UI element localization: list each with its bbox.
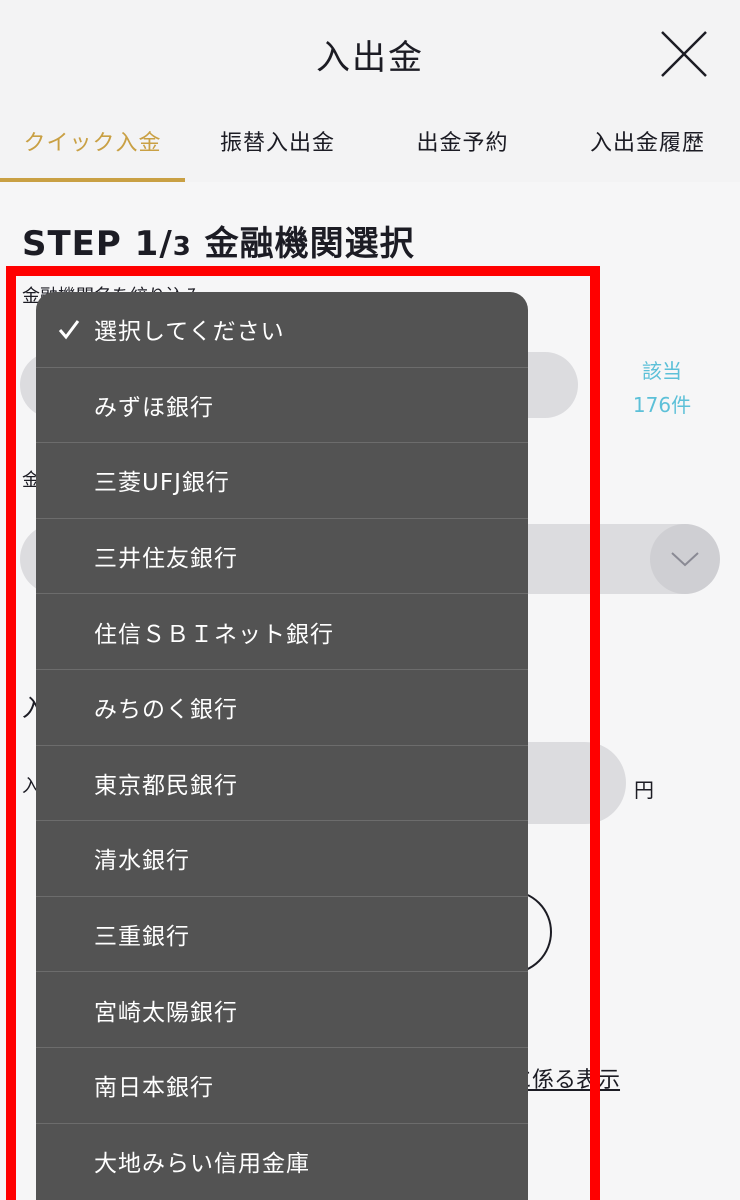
- picker-option-label: 大地みらい信用金庫: [94, 1151, 310, 1178]
- picker-option[interactable]: 三菱UFJ銀行: [36, 443, 528, 519]
- picker-option[interactable]: みずほ銀行: [36, 368, 528, 444]
- picker-option[interactable]: 住信ＳＢＩネット銀行: [36, 594, 528, 670]
- picker-option-label: 東京都民銀行: [94, 772, 238, 799]
- picker-option[interactable]: 南日本銀行: [36, 1048, 528, 1124]
- result-number: 176件: [632, 393, 692, 417]
- picker-option-label: 清水銀行: [94, 848, 190, 875]
- picker-option-label: 住信ＳＢＩネット銀行: [94, 621, 334, 648]
- picker-option-label: 三菱UFJ銀行: [94, 470, 230, 497]
- picker-option[interactable]: 清水銀行: [36, 821, 528, 897]
- yen-unit: 円: [634, 778, 654, 802]
- checkmark-icon: [58, 320, 80, 340]
- page-title: 入出金: [316, 38, 424, 78]
- tab-withdrawal-reservation[interactable]: 出金予約: [370, 100, 555, 182]
- tab-history[interactable]: 入出金履歴: [555, 100, 740, 182]
- picker-option[interactable]: 三重銀行: [36, 897, 528, 973]
- picker-option[interactable]: 宮崎太陽銀行: [36, 972, 528, 1048]
- picker-option[interactable]: 三井住友銀行: [36, 519, 528, 595]
- step-total: 3: [172, 232, 192, 262]
- header: 入出金: [0, 0, 740, 100]
- tab-bar: クイック入金 振替入出金 出金予約 入出金履歴: [0, 100, 740, 182]
- tab-quick-deposit[interactable]: クイック入金: [0, 100, 185, 182]
- step-title: STEP 1/3 金融機関選択: [22, 216, 415, 265]
- tab-transfer[interactable]: 振替入出金: [185, 100, 370, 182]
- bank-picker-list: 選択してください みずほ銀行三菱UFJ銀行 三井住友銀行住信ＳＢＩネット銀行 みちのく…: [36, 292, 528, 1200]
- picker-option[interactable]: みちのく銀行: [36, 670, 528, 746]
- picker-option-label: 三井住友銀行: [94, 546, 238, 573]
- picker-option[interactable]: 東京都民銀行: [36, 746, 528, 822]
- result-count: 該当 176件: [600, 354, 724, 422]
- close-button[interactable]: [658, 28, 710, 80]
- bank-select-toggle[interactable]: [650, 524, 720, 594]
- chevron-down-icon: [671, 552, 699, 567]
- step-prefix: STEP 1/: [22, 224, 173, 264]
- picker-option-label: みずほ銀行: [94, 394, 214, 421]
- picker-option-label: 三重銀行: [94, 924, 190, 951]
- result-label: 該当: [642, 359, 682, 383]
- picker-option-label: 選択してください: [94, 319, 285, 346]
- picker-option-label: 南日本銀行: [94, 1075, 214, 1102]
- close-icon: [661, 31, 707, 77]
- picker-option-label: みちのく銀行: [94, 697, 238, 724]
- picker-option[interactable]: 選択してください: [36, 292, 528, 368]
- step-name: 金融機関選択: [191, 224, 415, 264]
- picker-option[interactable]: 大地みらい信用金庫: [36, 1124, 528, 1200]
- picker-option-label: 宮崎太陽銀行: [94, 999, 238, 1026]
